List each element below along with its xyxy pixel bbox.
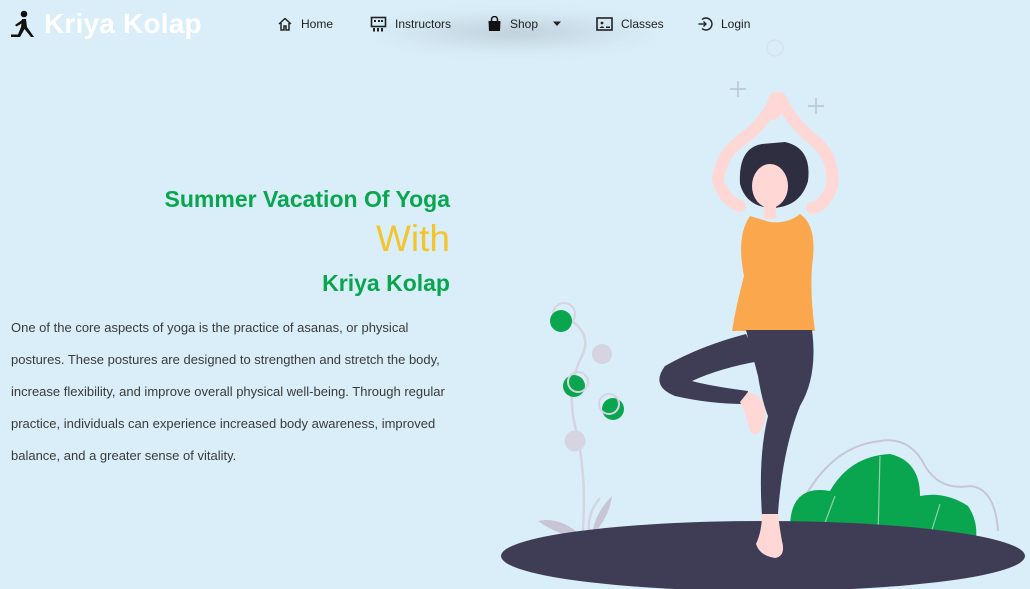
nav-label-classes: Classes: [621, 17, 664, 31]
nav-label-login: Login: [721, 17, 751, 31]
yoga-figure-icon: [11, 10, 34, 37]
nav-item-shop[interactable]: Shop: [487, 13, 562, 35]
login-icon: [698, 17, 713, 31]
classroom-icon: [596, 16, 613, 31]
brand-logo[interactable]: Kriya Kolap: [10, 8, 202, 40]
nav-label-home: Home: [301, 17, 334, 31]
nav-item-classes[interactable]: Classes: [596, 13, 664, 35]
brand-name: Kriya Kolap: [44, 8, 202, 39]
hero-title: Summer Vacation Of Yoga: [164, 186, 450, 212]
nav-item-instructors[interactable]: Instructors: [370, 13, 451, 35]
nav-label-instructors: Instructors: [395, 17, 452, 31]
hero-with: With: [376, 218, 450, 259]
nav-item-login[interactable]: Login: [697, 13, 750, 35]
hero-description: One of the core aspects of yoga is the p…: [11, 320, 445, 463]
nav-item-home[interactable]: Home: [277, 13, 333, 35]
yoga-woman-illustration: [501, 39, 1025, 589]
home-icon: [278, 17, 292, 31]
chalkboard-icon: [370, 16, 387, 32]
shopping-bag-icon: [488, 16, 501, 31]
nav-label-shop: Shop: [510, 17, 539, 31]
hero-brand: Kriya Kolap: [322, 270, 450, 296]
caret-down-icon[interactable]: [552, 21, 562, 27]
